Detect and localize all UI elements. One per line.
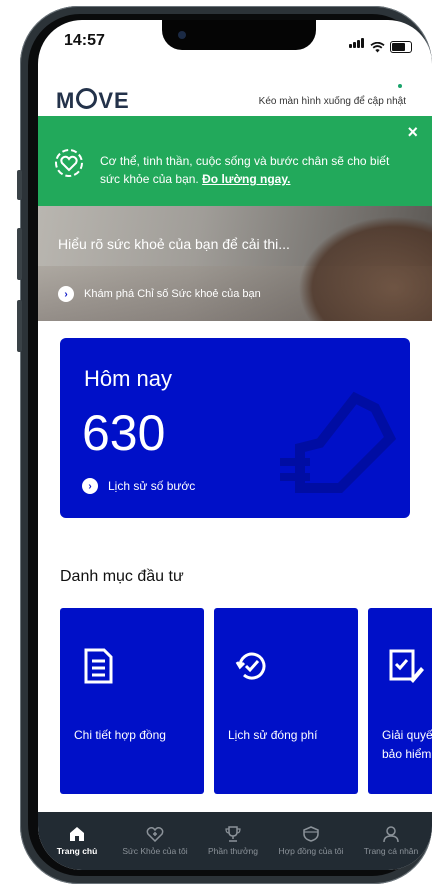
shoe-icon xyxy=(280,391,397,493)
claims-card[interactable]: Giải quyết bảo hiểm xyxy=(368,608,432,794)
step-history-label: Lịch sử số bước xyxy=(108,479,196,493)
step-history-link[interactable]: › Lịch sử số bước xyxy=(82,478,195,494)
card-label: Chi tiết hợp đồng xyxy=(74,728,166,742)
volume-down-button xyxy=(17,300,22,352)
tab-profile[interactable]: Trang cá nhân xyxy=(350,812,432,870)
status-time: 14:57 xyxy=(64,32,105,49)
bottom-tab-bar: Trang chủ Sức Khỏe của tôi Phần thưởng H… xyxy=(38,812,432,870)
chevron-right-icon: › xyxy=(82,478,98,494)
tab-label: Trang chủ xyxy=(56,846,98,856)
tab-label: Trang cá nhân xyxy=(363,846,419,856)
tab-my-health[interactable]: Sức Khỏe của tôi xyxy=(116,812,194,870)
status-icons xyxy=(349,35,412,53)
move-logo: M VE xyxy=(56,88,130,113)
today-label: Hôm nay xyxy=(84,366,173,391)
step-count: 630 xyxy=(82,405,166,461)
health-index-hero[interactable]: Hiểu rõ sức khoẻ của bạn để cải thi... ›… xyxy=(38,206,432,321)
hero-link-label: Khám phá Chỉ số Sức khoẻ của bạn xyxy=(84,288,261,300)
explore-health-index-link[interactable]: › Khám phá Chỉ số Sức khoẻ của bạn xyxy=(58,286,261,302)
measure-now-link[interactable]: Đo lường ngay. xyxy=(202,172,290,186)
card-label: Giải quyết bảo hiểm xyxy=(382,726,432,764)
app-screen: 14:57 M VE Kéo màn hình xuống để cập nhật… xyxy=(38,20,432,870)
volume-up-button xyxy=(17,228,22,280)
pull-to-refresh-hint: Kéo màn hình xuống để cập nhật xyxy=(258,96,406,107)
today-steps-card[interactable]: Hôm nay 630 › Lịch sử số bước xyxy=(60,338,410,518)
home-icon xyxy=(70,827,84,841)
heart-icon xyxy=(146,827,164,842)
wifi-icon xyxy=(370,42,385,53)
mute-switch xyxy=(17,170,22,200)
tab-label: Phần thưởng xyxy=(207,846,259,856)
banner-message: Cơ thể, tinh thần, cuộc sống và bước châ… xyxy=(100,152,400,188)
portfolio-title: Danh mục đầu tư xyxy=(60,568,184,585)
tab-label: Sức Khỏe của tôi xyxy=(122,846,188,856)
trophy-icon xyxy=(225,826,241,842)
tab-label: Hợp đồng của tôi xyxy=(278,846,344,856)
app-header: M VE Kéo màn hình xuống để cập nhật xyxy=(38,82,432,116)
contract-details-card[interactable]: Chi tiết hợp đồng xyxy=(60,608,204,794)
health-banner[interactable]: Cơ thể, tinh thần, cuộc sống và bước châ… xyxy=(38,116,432,206)
card-label: Lịch sử đóng phí xyxy=(228,728,318,742)
portfolio-cards: Chi tiết hợp đồng Lịch sử đóng phí Giải … xyxy=(60,608,432,794)
hero-photo xyxy=(298,216,432,321)
document-icon xyxy=(84,648,113,684)
card-label-line2: bảo hiểm xyxy=(382,747,432,761)
camera xyxy=(178,31,186,39)
tab-home[interactable]: Trang chủ xyxy=(38,812,116,870)
tab-my-contracts[interactable]: Hợp đồng của tôi xyxy=(272,812,350,870)
refresh-indicator xyxy=(398,84,402,88)
hero-title: Hiểu rõ sức khoẻ của bạn để cải thi... xyxy=(58,236,290,252)
chevron-right-icon: › xyxy=(58,286,74,302)
tab-rewards[interactable]: Phần thưởng xyxy=(194,812,272,870)
close-icon[interactable]: × xyxy=(407,122,418,143)
claim-edit-icon xyxy=(389,649,424,683)
history-check-icon xyxy=(235,652,266,680)
card-label-line1: Giải quyết xyxy=(382,728,432,742)
person-icon xyxy=(383,826,399,842)
signal-icon xyxy=(349,35,365,53)
shield-icon xyxy=(303,826,319,842)
battery-icon xyxy=(390,41,412,53)
payment-history-card[interactable]: Lịch sử đóng phí xyxy=(214,608,358,794)
heart-scan-icon xyxy=(55,149,83,177)
